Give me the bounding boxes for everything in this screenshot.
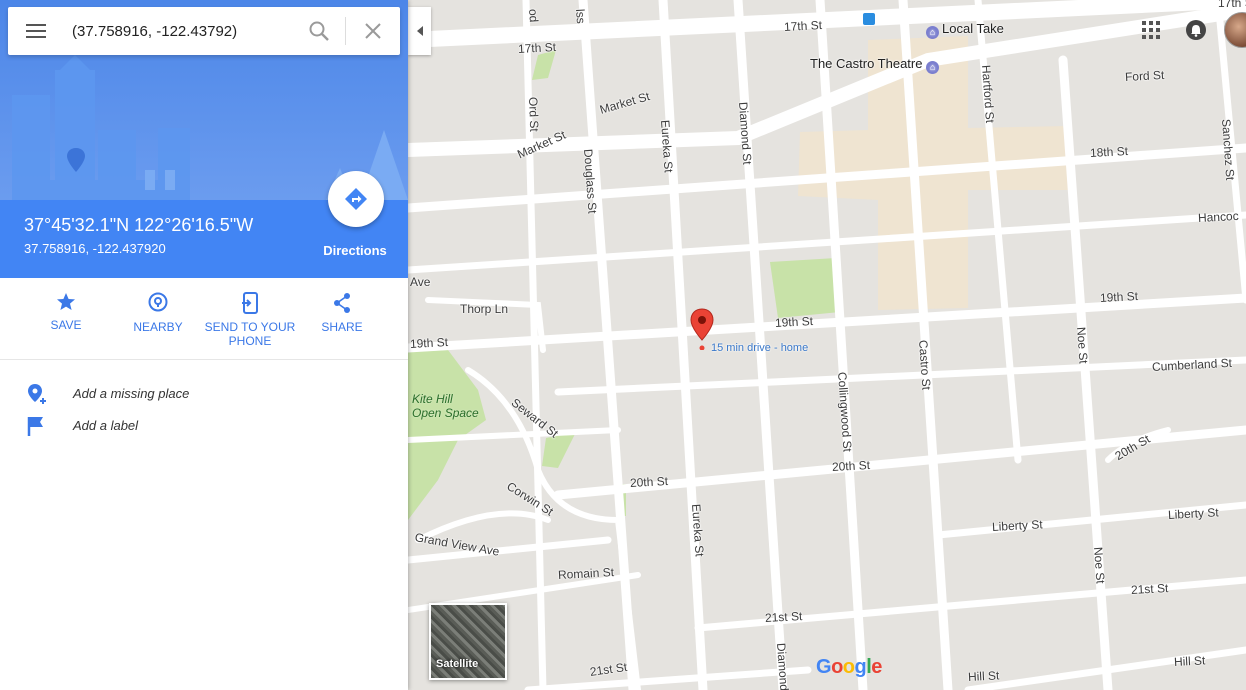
place-header: 37°45'32.1"N 122°26'16.5"W 37.758916, -1… bbox=[0, 0, 408, 278]
street-label: 21st St bbox=[1130, 581, 1169, 597]
poi-label: The Castro Theatre bbox=[810, 56, 923, 71]
nearby-button[interactable]: NEARBY bbox=[112, 292, 204, 334]
apps-grid-icon[interactable] bbox=[1142, 21, 1160, 39]
street-label: 20th St bbox=[629, 474, 669, 490]
action-label: SAVE bbox=[50, 318, 82, 332]
poi-local-take[interactable]: ⌂ Local Take bbox=[926, 21, 1004, 39]
search-icon[interactable] bbox=[308, 20, 330, 42]
poi-castro-theatre[interactable]: The Castro Theatre ⌂ bbox=[810, 56, 942, 74]
street-label: Liberty St bbox=[1167, 505, 1219, 522]
street-label: Noe St bbox=[1074, 326, 1091, 365]
google-logo: Google bbox=[816, 656, 882, 678]
park-area bbox=[542, 432, 576, 468]
park-label-kite-hill: Kite Hill Open Space bbox=[412, 392, 479, 420]
park-area bbox=[770, 258, 840, 318]
street-label: 21st St bbox=[764, 609, 803, 625]
directions-icon bbox=[345, 188, 367, 210]
street-label: Ford St bbox=[1124, 67, 1165, 84]
search-box[interactable] bbox=[8, 7, 400, 55]
map-canvas[interactable]: 17th St 17th St 17th St Market St Market… bbox=[408, 0, 1246, 690]
action-label: NEARBY bbox=[133, 320, 183, 334]
add-place-icon bbox=[28, 384, 46, 404]
street-label: od bbox=[526, 8, 541, 23]
action-label: SHARE bbox=[321, 320, 363, 334]
poi-label: Local Take bbox=[942, 21, 1004, 36]
nearby-icon bbox=[148, 292, 168, 312]
satellite-label: Satellite bbox=[436, 658, 479, 670]
street-label: Ave bbox=[410, 275, 431, 289]
notifications-bell-icon[interactable] bbox=[1186, 20, 1206, 40]
street-label: Romain St bbox=[557, 565, 615, 582]
street-label: 20th St bbox=[831, 458, 871, 474]
street-label: Hancoc bbox=[1197, 208, 1239, 225]
directions-label[interactable]: Directions bbox=[310, 243, 400, 258]
street-label: 18th St bbox=[1089, 144, 1129, 160]
add-label-link[interactable]: Add a label bbox=[0, 411, 408, 441]
caret-left-icon bbox=[416, 26, 423, 36]
divider bbox=[345, 17, 346, 45]
share-button[interactable]: SHARE bbox=[296, 292, 388, 334]
directions-button[interactable] bbox=[328, 171, 384, 227]
send-to-phone-button[interactable]: SEND TO YOUR PHONE bbox=[204, 292, 296, 348]
send-to-phone-icon bbox=[242, 292, 258, 314]
street-label: lss bbox=[573, 8, 589, 25]
street-label: Noe St bbox=[1091, 546, 1108, 585]
street-label: 17th St bbox=[783, 18, 823, 34]
side-panel: 37°45'32.1"N 122°26'16.5"W 37.758916, -1… bbox=[0, 0, 408, 690]
street-label: 17th St bbox=[1218, 0, 1246, 10]
hamburger-menu-icon[interactable] bbox=[25, 22, 47, 40]
flag-icon bbox=[27, 417, 43, 436]
transit-icon[interactable] bbox=[863, 13, 875, 25]
street-label: 17th St bbox=[517, 40, 557, 56]
shop-icon: ⌂ bbox=[926, 26, 939, 39]
place-title-dms: 37°45'32.1"N 122°26'16.5"W bbox=[24, 215, 254, 235]
street-label: 19th St bbox=[774, 314, 814, 330]
search-input[interactable] bbox=[72, 19, 302, 43]
share-icon bbox=[334, 293, 350, 313]
theatre-icon: ⌂ bbox=[926, 61, 940, 74]
action-bar: SAVE NEARBY SEND TO YOUR PHONE SHARE bbox=[0, 278, 408, 360]
collapse-panel-button[interactable] bbox=[408, 7, 431, 55]
link-label: Add a label bbox=[73, 418, 139, 433]
google-maps-window: 17th St 17th St 17th St Market St Market… bbox=[0, 0, 1246, 690]
street-label: 19th St bbox=[409, 335, 449, 351]
street-label: Liberty St bbox=[991, 517, 1043, 534]
street-label: Hill St bbox=[1173, 653, 1206, 669]
close-icon[interactable] bbox=[363, 21, 383, 41]
street-label: Hill St bbox=[967, 668, 1000, 684]
place-decimal-coords: 37.758916, -122.437920 bbox=[24, 241, 166, 256]
pin-drive-time-label[interactable]: 15 min drive - home bbox=[711, 342, 808, 354]
save-button[interactable]: SAVE bbox=[20, 292, 112, 332]
street-label: 19th St bbox=[1099, 289, 1139, 305]
link-label: Add a missing place bbox=[73, 386, 190, 401]
add-missing-place-link[interactable]: Add a missing place bbox=[0, 379, 408, 409]
action-label: SEND TO YOUR PHONE bbox=[204, 320, 296, 348]
star-icon bbox=[57, 293, 75, 310]
street-label: Ord St bbox=[526, 96, 542, 132]
satellite-toggle[interactable]: Satellite bbox=[429, 603, 507, 680]
street-label: Thorp Ln bbox=[460, 302, 509, 316]
